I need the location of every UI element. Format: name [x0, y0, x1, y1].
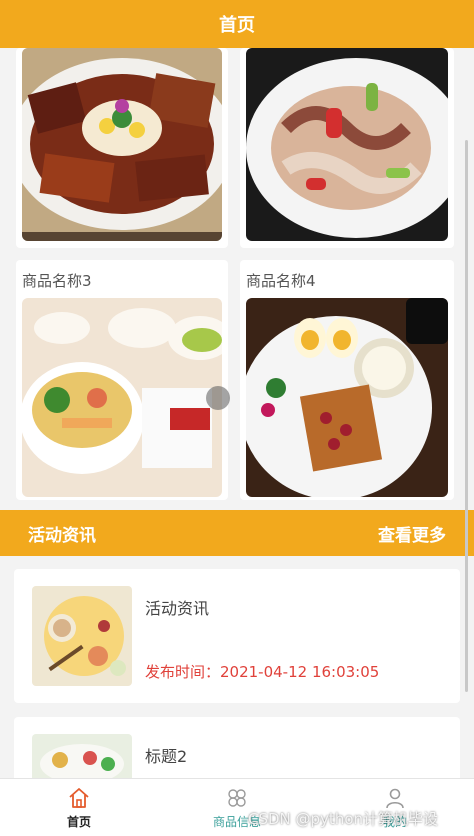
page-header: 首页	[0, 0, 474, 48]
tab-home[interactable]: 首页	[0, 779, 158, 836]
home-icon	[69, 787, 89, 808]
news-section-header: 活动资讯 查看更多	[0, 510, 474, 556]
news-title: 标题2	[145, 747, 188, 766]
product-card[interactable]	[16, 48, 228, 248]
main-content: 商品名称3 商品名称4 活动资讯 查看更多 活动资讯 发布时间：2021-04-…	[0, 48, 474, 778]
news-thumbnail	[32, 586, 132, 686]
product-image-waffle-plate	[246, 298, 448, 497]
image-scroll-indicator	[206, 386, 230, 410]
view-more-link[interactable]: 查看更多	[378, 521, 446, 546]
news-item[interactable]: 标题2	[14, 717, 460, 778]
news-title: 活动资讯	[145, 599, 210, 618]
news-section-title: 活动资讯	[28, 525, 96, 546]
product-card[interactable]: 商品名称3	[16, 260, 228, 500]
watermark-text: CSDN @python计算机毕设	[248, 810, 439, 828]
flower-icon	[228, 788, 246, 807]
product-image-squid-dish	[246, 48, 448, 241]
tab-label: 首页	[66, 814, 91, 829]
product-name: 商品名称3	[22, 272, 92, 290]
vertical-scrollbar[interactable]	[465, 140, 468, 692]
product-image-noodle-bowl	[22, 298, 222, 497]
news-thumbnail	[32, 734, 132, 778]
page-title: 首页	[219, 15, 255, 36]
product-name: 商品名称4	[246, 272, 316, 290]
news-publish-time: 发布时间：2021-04-12 16:03:05	[145, 663, 380, 681]
news-item[interactable]: 活动资讯 发布时间：2021-04-12 16:03:05	[14, 569, 460, 703]
product-image-braised-platter	[22, 48, 222, 241]
product-card[interactable]: 商品名称4	[240, 260, 454, 500]
user-icon	[386, 788, 404, 808]
product-card[interactable]	[240, 48, 454, 248]
